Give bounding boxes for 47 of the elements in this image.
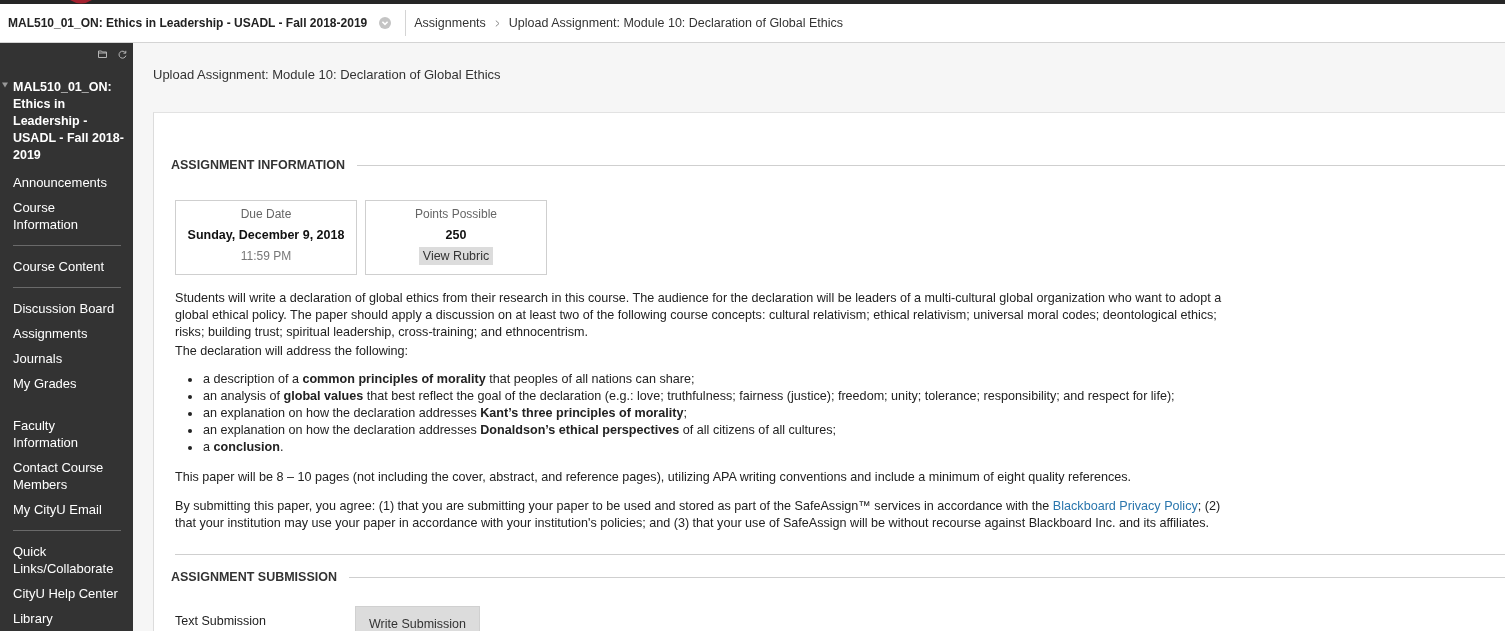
sidebar-link[interactable]: Course Content: [0, 254, 133, 279]
course-title: MAL510_01_ON: Ethics in Leadership - USADL - Fall 2018-2019: [8, 16, 368, 30]
sidebar-link[interactable]: Discussion Board: [0, 296, 133, 321]
requirement-item: an explanation on how the declaration addresses Donaldson’s ethical perspectives of all citizens of all cultures;: [203, 422, 837, 439]
sidebar-link[interactable]: Contact Course Members: [0, 455, 133, 497]
requirement-item: a description of a common principles of morality that peoples of all nations can share;: [203, 371, 695, 388]
sidebar-link[interactable]: CityU Help Center: [0, 581, 133, 606]
sidebar-course-title[interactable]: MAL510_01_ON: Ethics in Leadership - USADL - Fall 2018-2019: [8, 79, 129, 164]
sidebar-link[interactable]: My Grades: [0, 371, 133, 396]
breadcrumb-link[interactable]: Assignments: [414, 16, 486, 30]
breadcrumb-link[interactable]: Upload Assignment: Module 10: Declaration of Global Ethics: [508, 16, 844, 30]
field-label: Text Submission: [175, 613, 267, 628]
requirement-item: a conclusion.: [203, 439, 284, 456]
sidebar-link[interactable]: Quick Links/Collaborate: [0, 539, 133, 581]
bullet-icon: [188, 394, 192, 399]
due-date-value: Sunday, December 9, 2018: [187, 227, 345, 244]
sidebar-link[interactable]: Library: [0, 606, 133, 631]
instruction-paragraph: Students will write a declaration of global ethics from their research in this course. The audience for the declaration will be leaders of a multi-cultural global organization who want to adopt a global ethical policy. The paper should apply a discussion on at least two of the following course concepts: cultural relativism; ethical relativism; universal moral codes; deontological ethics; risks; building trust; spiritual leadership, cross-training; and ethnocentrism.: [175, 290, 1222, 341]
sidebar-link[interactable]: Journals: [0, 346, 133, 371]
page-title: Upload Assignment: Module 10: Declaration of Global Ethics: [152, 66, 502, 84]
bullet-icon: [188, 377, 192, 382]
sidebar-link[interactable]: Course Information: [0, 195, 133, 237]
sidebar-link[interactable]: Faculty Information: [0, 413, 133, 455]
bullet-icon: [188, 428, 192, 433]
folder-icon[interactable]: [98, 50, 107, 58]
points-value: 250: [445, 227, 467, 244]
caret-down-icon[interactable]: [2, 82, 8, 88]
view-rubric-button[interactable]: View Rubric: [418, 247, 494, 265]
requirement-item: an explanation on how the declaration addresses Kant’s three principles of morality;: [203, 405, 687, 422]
sidebar-link[interactable]: Announcements: [0, 170, 133, 195]
due-date-label: Due Date: [240, 206, 292, 223]
agreement-paragraph: By submitting this paper, you agree: (1) that you are submitting your paper to be used and stored as part of the SafeAssign™ services in accordance with the Blackboard Privacy Policy; (2) that your institution may use your paper in accordance with your institution's policies; and (3) that your use of SafeAssign will be without recourse against Blackboard Inc. and its affiliates.: [175, 498, 1222, 532]
bullet-icon: [188, 411, 192, 416]
sidebar-link[interactable]: Assignments: [0, 321, 133, 346]
due-time: 11:59 PM: [240, 248, 292, 265]
privacy-policy-link[interactable]: Blackboard Privacy Policy: [1052, 499, 1198, 513]
bullet-icon: [188, 445, 192, 450]
section-heading: ASSIGNMENT INFORMATION: [171, 158, 346, 172]
instruction-paragraph: This paper will be 8 – 10 pages (not including the cover, abstract, and reference pages), utilizing APA writing conventions and include a minimum of eight quality references.: [175, 469, 1133, 486]
chevron-right-icon: [494, 20, 500, 27]
section-heading: ASSIGNMENT SUBMISSION: [171, 570, 337, 584]
write-submission-button[interactable]: Write Submission: [355, 606, 480, 631]
sidebar-link[interactable]: My CityU Email: [0, 497, 133, 522]
instruction-paragraph: The declaration will address the following:: [175, 343, 410, 360]
requirement-item: an analysis of global values that best reflect the goal of the declaration (e.g.: love; truthfulness; fairness (justice); freedom; unity; tolerance; responsibility; and respect for life);: [203, 388, 1175, 405]
points-label: Points Possible: [414, 206, 497, 223]
refresh-icon[interactable]: [118, 50, 127, 59]
